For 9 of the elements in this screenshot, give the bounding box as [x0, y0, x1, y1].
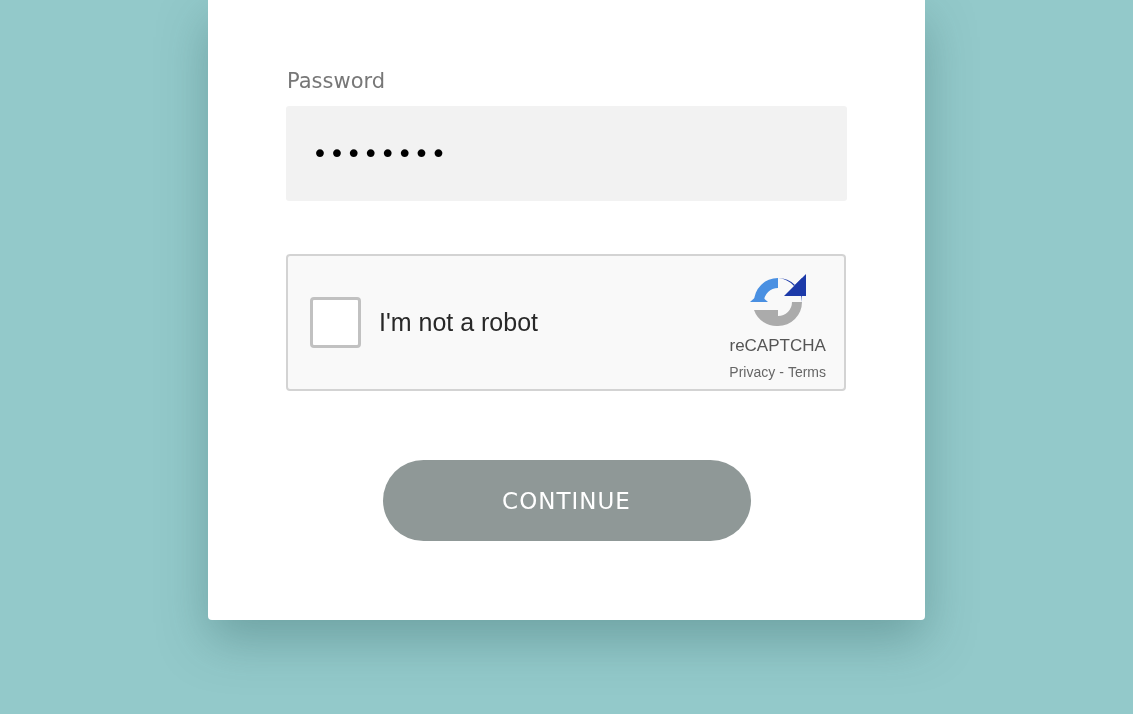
- captcha-label: I'm not a robot: [379, 308, 540, 337]
- privacy-link[interactable]: Privacy: [729, 364, 776, 380]
- terms-link[interactable]: Terms: [787, 364, 826, 380]
- captcha-checkbox[interactable]: [310, 297, 361, 348]
- captcha-brand: reCAPTCHA: [729, 336, 826, 356]
- password-field[interactable]: ••••••••: [286, 106, 847, 201]
- password-label: Password: [287, 68, 387, 95]
- link-separator: -: [779, 364, 784, 380]
- continue-button[interactable]: CONTINUE: [382, 460, 751, 541]
